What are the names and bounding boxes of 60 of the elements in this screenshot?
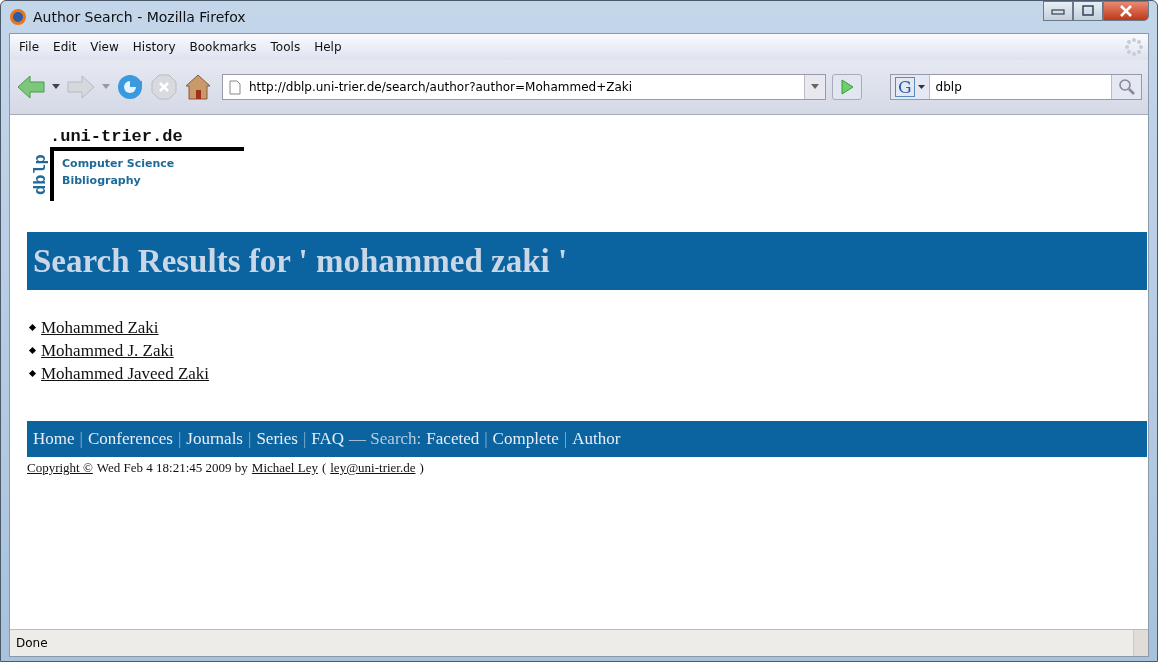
menu-item[interactable]: Help: [309, 38, 347, 56]
firefox-icon: [9, 8, 27, 26]
separator: |: [302, 429, 307, 449]
logo-text: dblp: [31, 153, 50, 195]
separator: |: [177, 429, 182, 449]
caret-icon[interactable]: [52, 84, 60, 90]
throbber-icon: [1124, 37, 1144, 57]
window-title: Author Search - Mozilla Firefox: [33, 9, 246, 25]
bullet-icon: [28, 346, 37, 355]
close-button[interactable]: [1103, 1, 1149, 21]
logo-subtitle: Computer Science: [62, 156, 176, 172]
logo-domain: .uni-trier.de: [50, 127, 184, 147]
maximize-button[interactable]: [1073, 1, 1103, 21]
menu-item[interactable]: Edit: [48, 38, 82, 56]
reload-icon[interactable]: [116, 73, 144, 101]
menu-item[interactable]: View: [85, 38, 124, 56]
menu-item[interactable]: History: [127, 38, 181, 56]
stop-icon[interactable]: [150, 73, 178, 101]
menu-item[interactable]: File: [14, 38, 45, 56]
menu-item[interactable]: Bookmarks: [184, 38, 262, 56]
address-field[interactable]: http://dblp.uni-trier.de/search/author?author=Mohammed+Zaki: [222, 74, 826, 100]
minimize-icon: [1051, 7, 1065, 15]
back-arrow-icon[interactable]: [16, 74, 46, 100]
footer-text: (: [321, 460, 327, 476]
nav-link[interactable]: Complete: [492, 429, 559, 449]
nav-link[interactable]: FAQ: [311, 429, 345, 449]
maximize-icon: [1081, 5, 1095, 17]
footer-link[interactable]: Copyright ©: [27, 460, 93, 476]
footer-link[interactable]: ley@uni-trier.de: [330, 460, 416, 476]
close-icon: [1119, 5, 1133, 17]
nav-link[interactable]: Author: [572, 429, 621, 449]
separator: |: [484, 429, 488, 449]
footer-text: Wed Feb 4 18:21:45 2009 by: [96, 460, 248, 476]
result-link[interactable]: Mohammed J. Zaki: [41, 340, 174, 361]
caret-icon: [811, 84, 819, 90]
search-label: — Search:: [349, 429, 422, 449]
separator: |: [248, 429, 252, 449]
home-icon[interactable]: [184, 73, 212, 101]
separator: |: [79, 429, 83, 449]
result-link[interactable]: Mohammed Zaki: [41, 317, 159, 338]
nav-link[interactable]: Conferences: [87, 429, 173, 449]
nav-link[interactable]: Home: [33, 429, 75, 449]
result-link[interactable]: Mohammed Javeed Zaki: [41, 363, 210, 384]
menu-item[interactable]: Tools: [265, 38, 306, 56]
footer-text: ): [419, 460, 424, 476]
dropdown-button[interactable]: [804, 75, 825, 99]
go-button[interactable]: [832, 74, 862, 100]
nav-link[interactable]: Journals: [186, 429, 243, 449]
bullet-icon: [28, 323, 37, 332]
page-icon: [229, 79, 241, 95]
separator: |: [563, 429, 568, 449]
nav-link[interactable]: Faceted: [426, 429, 480, 449]
bullet-icon: [28, 369, 37, 378]
status-text: Done: [16, 636, 48, 650]
minimize-button[interactable]: [1043, 1, 1073, 21]
footer-link[interactable]: Michael Ley: [251, 460, 318, 476]
nav-link[interactable]: Series: [256, 429, 298, 449]
logo-subtitle: Bibliography: [62, 173, 142, 189]
page-heading: Search Results for ' mohammed zaki ': [27, 232, 1147, 290]
play-icon: [840, 79, 854, 95]
